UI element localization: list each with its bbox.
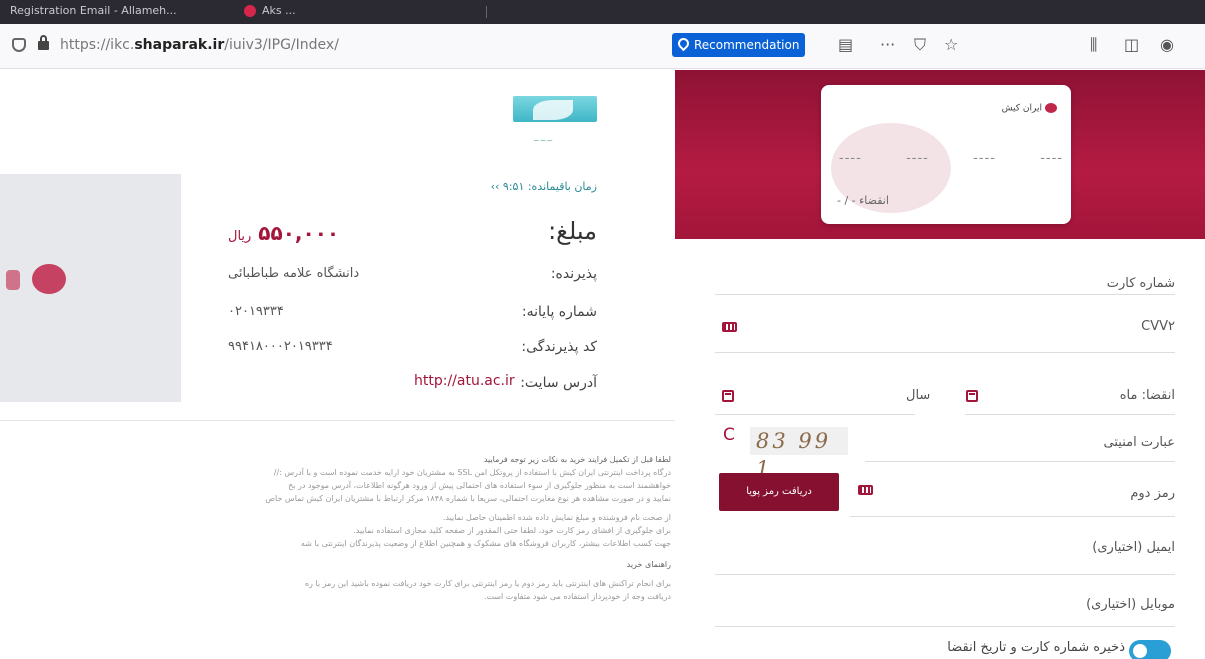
library-icon[interactable]: ⫼: [1090, 34, 1097, 56]
month-calendar-icon[interactable]: [966, 390, 978, 402]
bird-logo-icon: [533, 100, 573, 120]
email-label: ایمیل (اختیاری): [1092, 540, 1175, 555]
remaining-time: زمان باقیمانده: ۹:۵۱ ››: [490, 180, 597, 193]
card-number-input[interactable]: [715, 294, 1175, 295]
divider: [0, 420, 675, 421]
site-link[interactable]: http://atu.ac.ir: [414, 373, 515, 389]
amount-label: مبلغ:: [548, 217, 597, 245]
card-banner: ایران کیش ---- ---- ---- ---- انقضاء - / -: [675, 70, 1205, 239]
get-dynamic-pin-button[interactable]: دریافت رمز پویا: [719, 473, 839, 511]
keyboard-icon[interactable]: [722, 322, 737, 332]
save-card-label: ذخیره شماره کارت و تاریخ انقضا: [947, 640, 1125, 655]
cvv2-input[interactable]: [715, 352, 1175, 353]
mobile-input[interactable]: [715, 626, 1175, 627]
purchase-notes: لطفا قبل از تکمیل فرایند خرید به نکات زی…: [265, 455, 671, 601]
expiry-year-label: سال: [906, 388, 931, 403]
tab-favicon-icon: [244, 5, 256, 17]
card-brand: ایران کیش: [1002, 103, 1057, 114]
location-pin-icon: [675, 35, 692, 52]
expiry-month-label: انقضا: ماه: [1119, 388, 1175, 403]
brand-logo-icon: [1045, 103, 1057, 113]
merchant-image-box: [0, 174, 181, 402]
payment-form-panel: ایران کیش ---- ---- ---- ---- انقضاء - / - …: [675, 70, 1205, 659]
mobile-label: موبایل (اختیاری): [1086, 597, 1175, 612]
refresh-captcha-icon[interactable]: C: [723, 425, 735, 445]
card-expiry-preview: انقضاء - / -: [837, 194, 889, 207]
second-pin-input[interactable]: [850, 516, 1175, 517]
merchant-code-value: ۹۹۴۱۸۰۰۰۲۰۱۹۳۳۴: [228, 339, 333, 354]
card-number-preview: ---- ---- ---- ----: [839, 151, 1063, 166]
captcha-label: عبارت امنیتی: [1103, 435, 1175, 450]
terminal-value: ۰۲۰۱۹۳۳۴: [228, 304, 284, 319]
save-card-toggle[interactable]: [1129, 640, 1171, 659]
merchant-logo: ~~~: [513, 92, 597, 152]
pocket-icon[interactable]: ⛉: [914, 34, 926, 56]
lock-icon[interactable]: [38, 35, 49, 50]
tab2-title[interactable]: Aks ...: [262, 4, 296, 17]
tab-title[interactable]: Registration Email - Allameh...: [10, 4, 177, 17]
amount-value: ۵۵۰,۰۰۰ ریال: [228, 221, 340, 245]
bookmark-star-icon[interactable]: ☆: [944, 34, 958, 56]
keyboard-icon[interactable]: [858, 485, 873, 495]
payee-label: پذیرنده:: [550, 266, 597, 282]
terminal-label: شماره پایانه:: [521, 304, 597, 320]
card-preview: ایران کیش ---- ---- ---- ---- انقضاء - / -: [821, 85, 1071, 224]
reader-view-icon[interactable]: ▤: [838, 34, 853, 56]
account-icon[interactable]: ◉: [1160, 34, 1174, 56]
payee-value: دانشگاه علامه طباطبائی: [228, 266, 360, 281]
captcha-image: 83 99 1: [750, 427, 848, 481]
iran-kish-emblem-icon: [32, 264, 66, 294]
expiry-month-input[interactable]: [965, 414, 1175, 415]
recommendation-button[interactable]: Recommendation: [672, 33, 806, 57]
tracking-shield-icon[interactable]: [12, 38, 26, 52]
second-pin-label: رمز دوم: [1130, 486, 1175, 501]
more-actions-icon[interactable]: ···: [880, 34, 895, 56]
year-calendar-icon[interactable]: [722, 390, 734, 402]
address-bar: https://ikc.shaparak.ir/iuiv3/IPG/Index/…: [0, 24, 1205, 69]
merchant-panel: ~~~ زمان باقیمانده: ۹:۵۱ ›› مبلغ: ۵۵۰,۰۰…: [0, 70, 675, 659]
url-text[interactable]: https://ikc.shaparak.ir/iuiv3/IPG/Index/: [60, 37, 339, 53]
email-input[interactable]: [715, 574, 1175, 575]
browser-tab-strip: Registration Email - Allameh... Aks ...: [0, 0, 1205, 24]
tab-divider: [486, 6, 487, 18]
captcha-input[interactable]: [865, 461, 1175, 462]
card-number-label: شماره کارت: [1106, 276, 1175, 291]
cvv2-label: CVV۲: [1141, 319, 1175, 334]
merchant-code-label: کد پذیرندگی:: [521, 339, 597, 355]
sidebar-icon[interactable]: ◫: [1124, 34, 1139, 56]
expiry-year-input[interactable]: [715, 414, 915, 415]
site-label: آدرس سایت:: [520, 375, 597, 391]
